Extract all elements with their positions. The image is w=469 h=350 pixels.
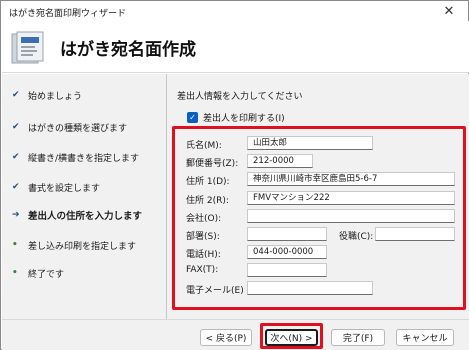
step-item: ✔ 始めましょう (12, 87, 82, 103)
wizard-window: はがき宛名面印刷ウィザード ✕ はがき宛名面作成 ✔ 始めましょう ✔ はがきの… (0, 0, 469, 350)
step-label: 差し込み印刷を指定します (28, 241, 137, 252)
arrow-right-icon: ➔ (12, 210, 20, 220)
postal-label: 郵便番号(Z): (186, 159, 239, 169)
page-title: はがき宛名面作成 (60, 40, 196, 60)
instruction-text: 差出人情報を入力してください (177, 92, 303, 102)
step-item: • 終了です (12, 265, 64, 281)
step-item: • 差し込み印刷を指定します (12, 237, 136, 253)
title-field[interactable] (375, 227, 455, 241)
postcard-logo-icon (11, 31, 44, 64)
step-label: 終了です (28, 269, 65, 280)
postal-code-field[interactable]: 212-0000 (247, 154, 313, 168)
email-label: 電子メール(E) (186, 286, 244, 296)
step-label: 差出人の住所を入力します (28, 211, 143, 222)
address1-label: 住所 1(D): (186, 177, 230, 187)
wizard-content: ✔ 始めましょう ✔ はがきの種類を選びます ✔ 縦書き/横書きを指定します ✔… (2, 74, 469, 319)
title-label: 役職(C): (339, 232, 374, 242)
print-sender-checkbox-row[interactable]: ✓ 差出人を印刷する(I) (187, 111, 285, 124)
cancel-button[interactable]: キャンセル (396, 329, 454, 346)
check-icon: ✔ (12, 182, 20, 192)
bullet-icon: • (12, 268, 18, 278)
check-icon: ✔ (12, 90, 20, 100)
department-field[interactable] (247, 227, 327, 241)
window-title: はがき宛名面印刷ウィザード (9, 9, 127, 19)
step-label: 始めましょう (28, 91, 83, 102)
wizard-header: はがき宛名面作成 (2, 21, 469, 73)
address2-field[interactable]: FMVマンション222 (247, 191, 455, 205)
department-label: 部署(S): (186, 232, 220, 242)
print-sender-label: 差出人を印刷する(I) (203, 114, 285, 124)
finish-button[interactable]: 完了(F) (331, 329, 385, 346)
step-item: ✔ 縦書き/横書きを指定します (12, 149, 139, 165)
step-item: ✔ 書式を設定します (12, 179, 100, 195)
step-item-current: ➔ 差出人の住所を入力します (12, 207, 142, 223)
name-label: 氏名(M): (186, 141, 222, 151)
name-field[interactable]: 山田太郎 (247, 136, 373, 150)
wizard-footer: < 戻る(P) 次へ(N) > 完了(F) キャンセル (2, 319, 469, 350)
phone-label: 電話(H): (186, 250, 221, 260)
fax-field[interactable] (247, 263, 327, 277)
email-field[interactable] (247, 281, 373, 295)
print-sender-checkbox[interactable]: ✓ (187, 112, 198, 123)
step-label: はがきの種類を選びます (28, 123, 128, 134)
fax-label: FAX(T): (186, 265, 219, 275)
company-field[interactable] (247, 209, 455, 223)
company-label: 会社(O): (186, 214, 222, 224)
title-bar: はがき宛名面印刷ウィザード ✕ (1, 1, 468, 21)
check-icon: ✔ (12, 152, 20, 162)
address1-field[interactable]: 神奈川県川崎市幸区鹿島田5-6-7 (247, 172, 455, 186)
sender-panel: 差出人情報を入力してください ✓ 差出人を印刷する(I) 氏名(M): 山田太郎… (169, 74, 469, 319)
address2-label: 住所 2(R): (186, 196, 229, 206)
step-item: ✔ はがきの種類を選びます (12, 119, 127, 135)
close-icon[interactable]: ✕ (436, 3, 462, 19)
bullet-icon: • (12, 240, 18, 250)
step-list: ✔ 始めましょう ✔ はがきの種類を選びます ✔ 縦書き/横書きを指定します ✔… (2, 74, 167, 319)
step-label: 書式を設定します (28, 183, 101, 194)
step-label: 縦書き/横書きを指定します (28, 153, 140, 164)
check-icon: ✔ (12, 122, 20, 132)
next-button[interactable]: 次へ(N) > (265, 329, 318, 346)
phone-field[interactable]: 044-000-0000 (247, 245, 327, 259)
back-button[interactable]: < 戻る(P) (200, 329, 252, 346)
